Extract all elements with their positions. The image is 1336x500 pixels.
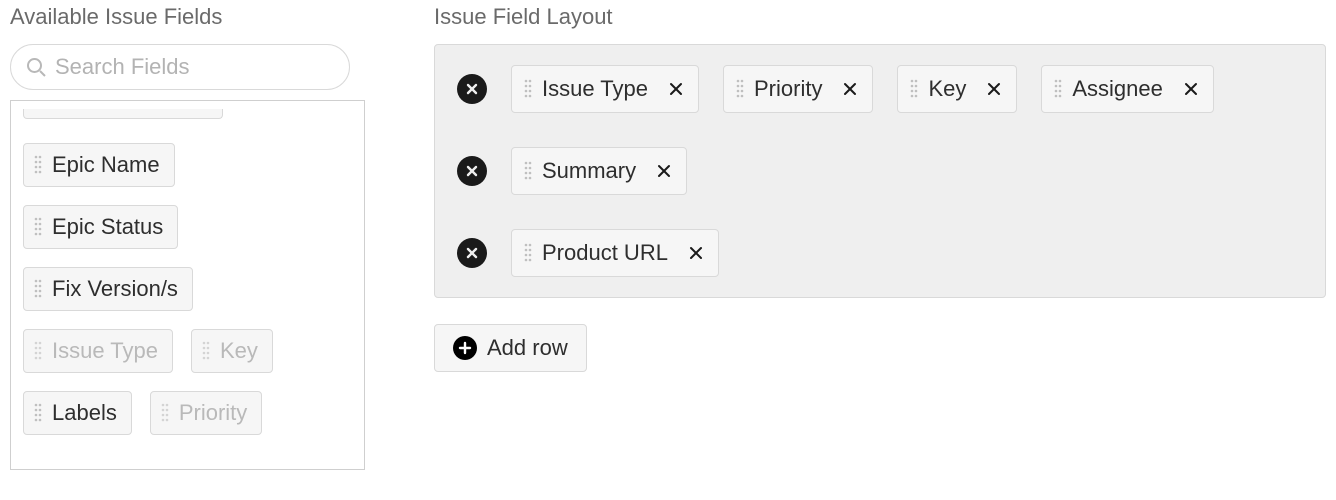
layout-field-chip[interactable]: Summary bbox=[511, 147, 687, 195]
available-field-label: Labels bbox=[52, 400, 117, 426]
remove-field-button[interactable] bbox=[656, 163, 672, 179]
delete-row-button[interactable] bbox=[457, 238, 487, 268]
available-field-label: Priority bbox=[179, 400, 247, 426]
remove-field-button[interactable] bbox=[842, 81, 858, 97]
available-field-chip[interactable]: Epic Status bbox=[23, 205, 178, 249]
delete-row-button[interactable] bbox=[457, 156, 487, 186]
layout-box: Issue Type Priority Key Assignee Summary Prod… bbox=[434, 44, 1326, 298]
layout-field-label: Product URL bbox=[542, 240, 668, 266]
layout-field-chip[interactable]: Assignee bbox=[1041, 65, 1214, 113]
available-fields-title: Available Issue Fields bbox=[10, 4, 370, 30]
layout-field-chip[interactable]: Issue Type bbox=[511, 65, 699, 113]
layout-field-label: Issue Type bbox=[542, 76, 648, 102]
drag-handle-icon bbox=[524, 160, 532, 182]
available-field-label: Issue Type bbox=[52, 338, 158, 364]
layout-field-chip[interactable]: Product URL bbox=[511, 229, 719, 277]
available-field-chip[interactable]: Priority bbox=[150, 391, 262, 435]
layout-field-label: Summary bbox=[542, 158, 636, 184]
add-row-button[interactable]: Add row bbox=[434, 324, 587, 372]
drag-handle-icon bbox=[34, 402, 42, 424]
available-fields-list[interactable]: Epic Name Epic Status Fix Version/s Issue T… bbox=[10, 100, 365, 470]
drag-handle-icon bbox=[202, 340, 210, 362]
layout-row: Issue Type Priority Key Assignee bbox=[457, 65, 1303, 113]
available-field-chip[interactable]: Key bbox=[191, 329, 273, 373]
available-field-chip-partial[interactable] bbox=[23, 109, 223, 119]
drag-handle-icon bbox=[524, 78, 532, 100]
layout-row: Summary bbox=[457, 147, 1303, 195]
plus-icon bbox=[453, 336, 477, 360]
layout-field-chip[interactable]: Key bbox=[897, 65, 1017, 113]
search-field-wrap bbox=[10, 44, 370, 90]
available-field-label: Epic Name bbox=[52, 152, 160, 178]
drag-handle-icon bbox=[34, 340, 42, 362]
available-field-label: Key bbox=[220, 338, 258, 364]
available-field-label: Fix Version/s bbox=[52, 276, 178, 302]
remove-field-button[interactable] bbox=[668, 81, 684, 97]
drag-handle-icon bbox=[910, 78, 918, 100]
search-input[interactable] bbox=[10, 44, 350, 90]
drag-handle-icon bbox=[34, 154, 42, 176]
layout-field-chip[interactable]: Priority bbox=[723, 65, 873, 113]
layout-field-label: Priority bbox=[754, 76, 822, 102]
available-field-chip[interactable]: Issue Type bbox=[23, 329, 173, 373]
layout-title: Issue Field Layout bbox=[434, 4, 1326, 30]
available-field-chip[interactable]: Epic Name bbox=[23, 143, 175, 187]
layout-row: Product URL bbox=[457, 229, 1303, 277]
layout-field-label: Assignee bbox=[1072, 76, 1163, 102]
remove-field-button[interactable] bbox=[1183, 81, 1199, 97]
available-field-chip[interactable]: Fix Version/s bbox=[23, 267, 193, 311]
drag-handle-icon bbox=[161, 402, 169, 424]
remove-field-button[interactable] bbox=[986, 81, 1002, 97]
remove-field-button[interactable] bbox=[688, 245, 704, 261]
drag-handle-icon bbox=[1054, 78, 1062, 100]
drag-handle-icon bbox=[524, 242, 532, 264]
drag-handle-icon bbox=[34, 278, 42, 300]
layout-field-label: Key bbox=[928, 76, 966, 102]
drag-handle-icon bbox=[34, 216, 42, 238]
available-field-label: Epic Status bbox=[52, 214, 163, 240]
add-row-label: Add row bbox=[487, 335, 568, 361]
available-field-chip[interactable]: Labels bbox=[23, 391, 132, 435]
delete-row-button[interactable] bbox=[457, 74, 487, 104]
drag-handle-icon bbox=[736, 78, 744, 100]
